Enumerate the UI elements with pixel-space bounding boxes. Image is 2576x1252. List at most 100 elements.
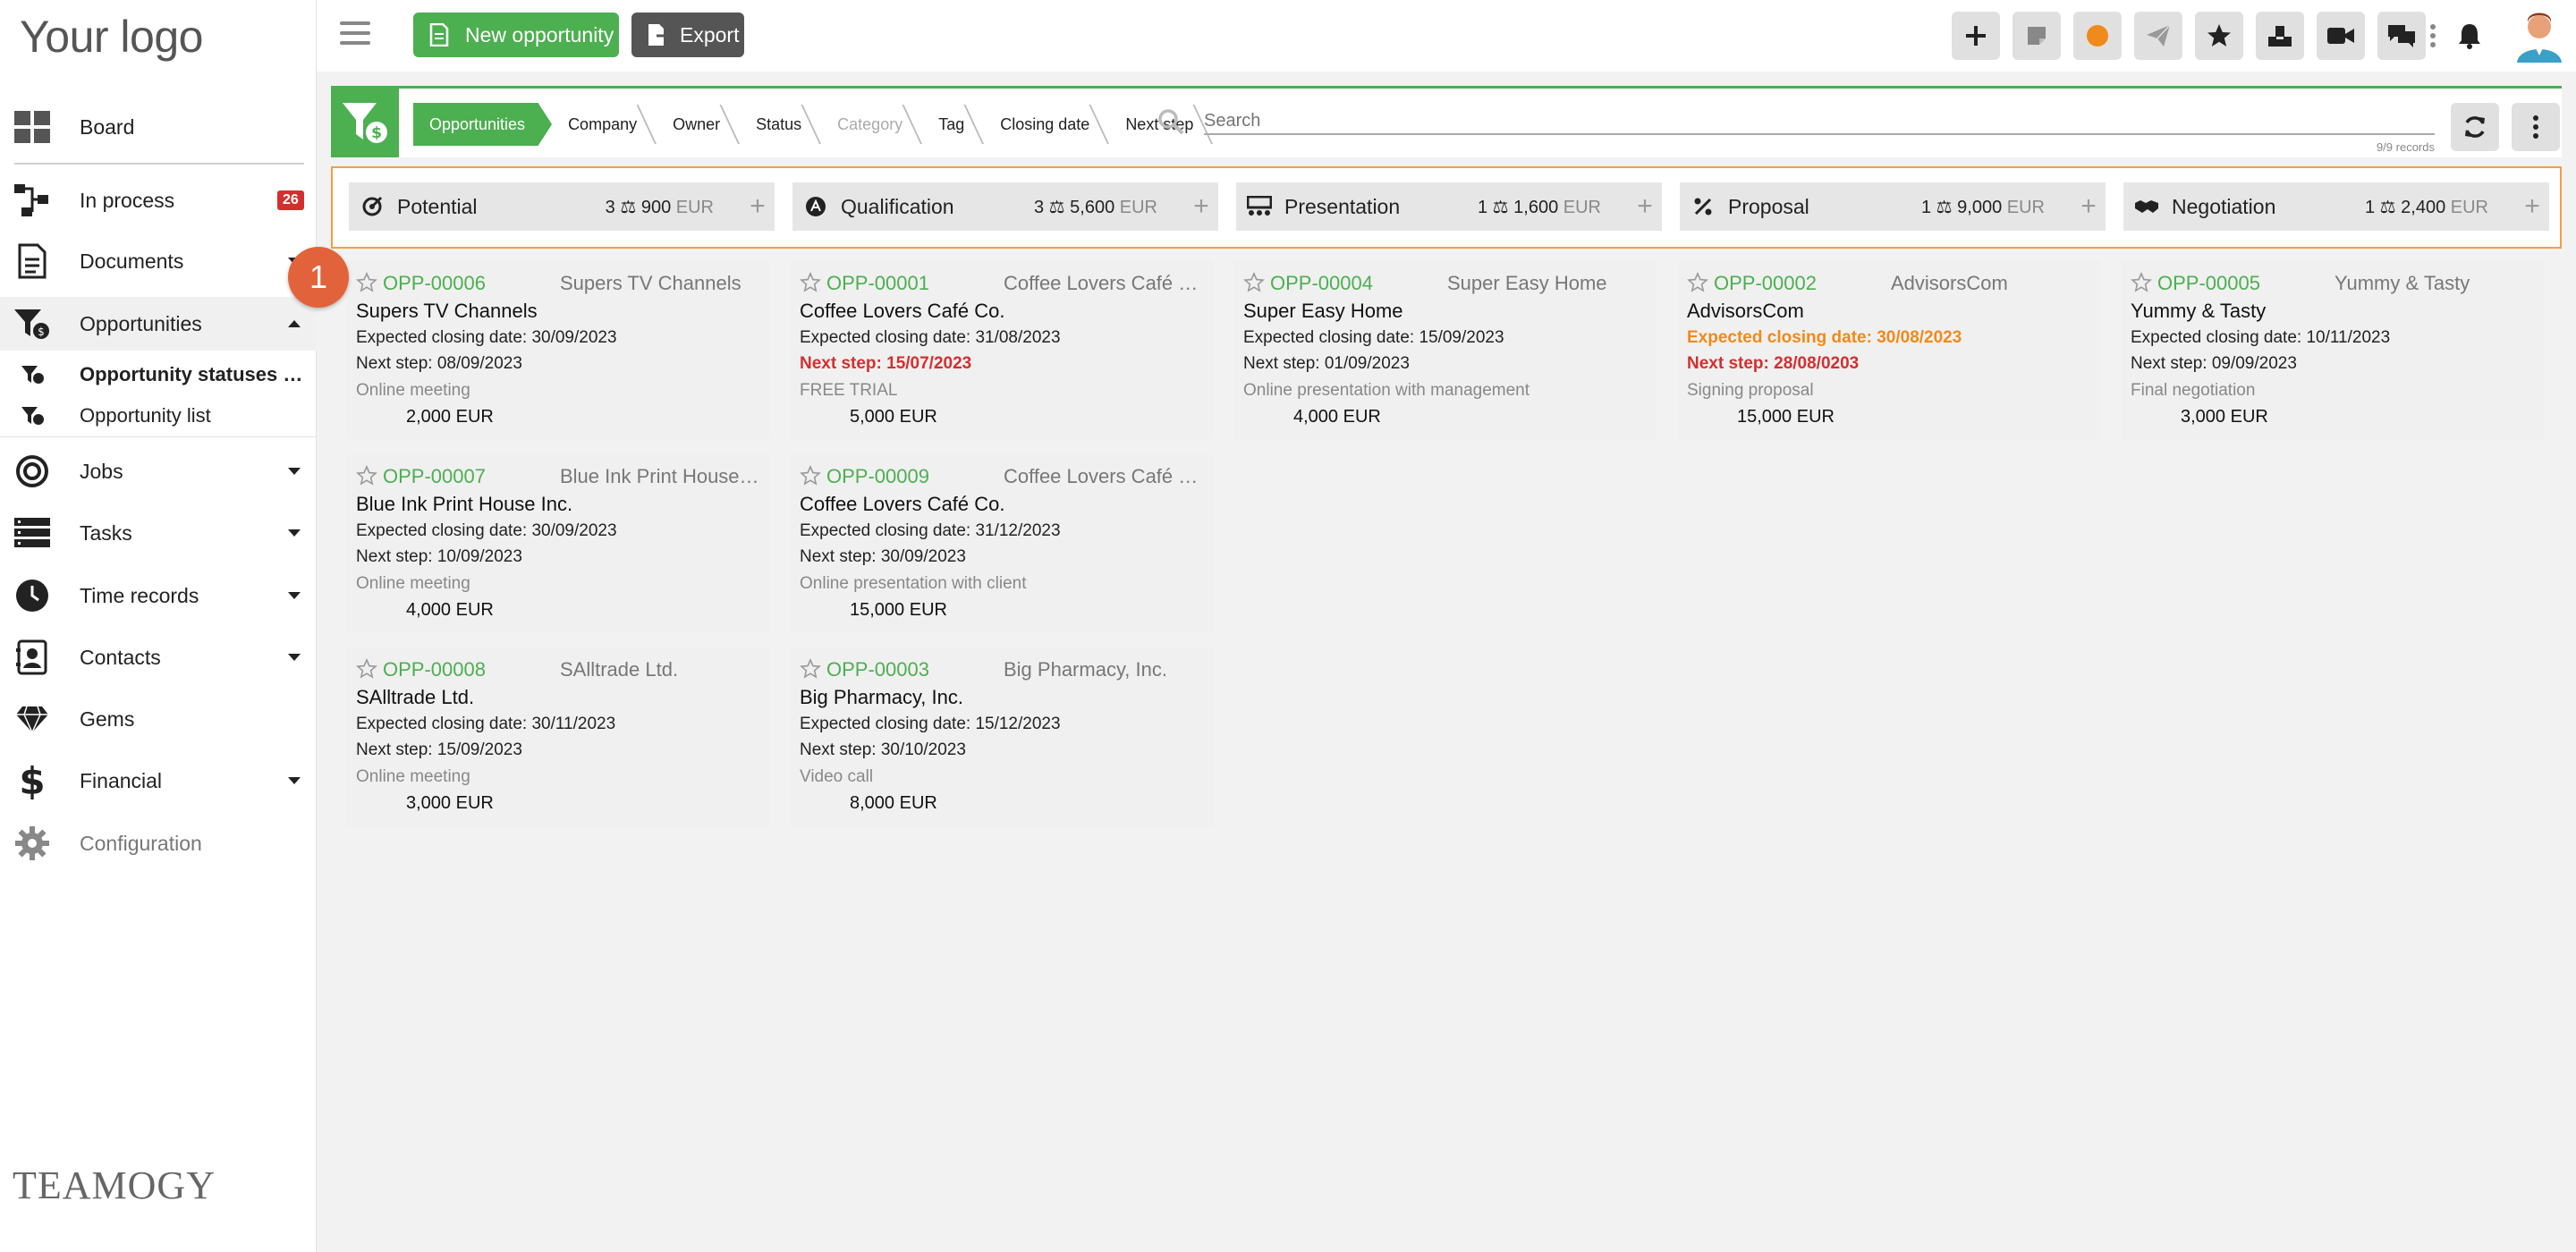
star-icon[interactable] [800,272,821,293]
next-step-date: Next step: 15/09/2023 [356,740,522,759]
sidebar-item-in-process[interactable]: In process 26 [0,173,317,227]
sidebar-item-board[interactable]: Board [0,100,317,154]
sticky-note-icon [2028,27,2046,45]
sidebar-item-gems[interactable]: Gems [0,692,317,746]
sidebar-subitem-opportunity-list[interactable]: Opportunity list [0,395,317,436]
filter-company[interactable]: Company [552,103,657,146]
user-avatar[interactable] [2512,7,2567,63]
company-name[interactable]: Yummy & Tasty [2334,272,2537,295]
company-name[interactable]: Big Pharmacy, Inc. [1004,658,1206,681]
company-name[interactable]: AdvisorsCom [1891,272,2093,295]
add-card-plus-icon[interactable]: + [1631,191,1658,221]
opportunity-id-link[interactable]: OPP-00007 [383,465,486,488]
help-icon [2087,25,2108,47]
opportunity-id-link[interactable]: OPP-00001 [826,272,929,295]
sidebar-item-jobs[interactable]: Jobs [0,444,317,498]
star-icon[interactable] [800,658,821,680]
sidebar-item-time-records[interactable]: Time records [0,569,317,622]
notes-button[interactable] [2012,12,2061,60]
filter-status[interactable]: Status [740,103,821,146]
filter-owner[interactable]: Owner [657,103,740,146]
next-step-date: Next step: 15/07/2023 [800,354,972,373]
company-name[interactable]: Coffee Lovers Café Co. [1004,272,1206,295]
company-name[interactable]: Supers TV Channels [560,272,762,295]
add-button[interactable] [1952,12,2000,60]
filter-opportunities[interactable]: Opportunities [413,103,553,146]
opportunity-card[interactable]: OPP-00003 Big Pharmacy, Inc. Big Pharmacy,… [791,647,1213,826]
opportunity-id-link[interactable]: OPP-00009 [826,465,929,488]
inbox-button[interactable] [2256,12,2304,60]
export-button[interactable]: Export [631,13,744,57]
company-name[interactable]: Super Easy Home [1447,272,1649,295]
add-card-plus-icon[interactable]: + [2075,191,2102,221]
opportunity-title: Coffee Lovers Café Co. [800,493,1005,515]
chevron-down-icon [288,654,301,661]
next-step-date: Next step: 10/09/2023 [356,547,522,566]
star-icon[interactable] [356,465,377,486]
company-name[interactable]: SAlltrade Ltd. [560,658,762,681]
star-icon[interactable] [1687,272,1708,293]
opportunity-card[interactable]: OPP-00009 Coffee Lovers Café Co. Coffee Lo… [791,454,1213,633]
target-icon [13,452,52,491]
opportunity-id-link[interactable]: OPP-00003 [826,658,929,681]
stage-header-negotiation: Negotiation 1 ⚖ 2,400 EUR + [2123,182,2549,231]
sidebar-item-label: Documents [80,249,184,273]
hamburger-menu-icon[interactable] [340,21,370,48]
opportunity-card[interactable]: OPP-00006 Supers TV Channels Supers TV Cha… [347,261,769,440]
more-options-button[interactable] [2512,103,2560,151]
more-vertical-icon[interactable] [2429,23,2436,48]
next-step-note: Online meeting [356,767,470,786]
more-vertical-icon [2533,115,2538,139]
star-icon[interactable] [2131,272,2152,293]
opportunity-card[interactable]: OPP-00008 SAlltrade Ltd. SAlltrade Ltd. Exp… [347,647,769,826]
add-card-plus-icon[interactable]: + [2519,191,2546,221]
sidebar-subitem-opportunity-statuses[interactable]: Opportunity statuses (Kanban) [0,354,317,395]
sidebar-item-contacts[interactable]: Contacts [0,630,317,684]
search-input[interactable] [1204,108,2435,135]
filter-closing-date[interactable]: Closing date [984,103,1109,146]
star-icon[interactable] [1243,272,1265,293]
opportunity-card[interactable]: OPP-00004 Super Easy Home Super Easy Home E… [1234,261,1657,440]
potential-icon [360,194,385,219]
opportunity-id-link[interactable]: OPP-00008 [383,658,486,681]
opportunity-amount: 8,000 EUR [850,793,937,813]
opportunity-id-link[interactable]: OPP-00004 [1270,272,1373,295]
funnel-money-icon[interactable]: $ [331,89,399,157]
sidebar-item-tasks[interactable]: Tasks [0,506,317,560]
star-icon[interactable] [800,465,821,486]
opportunity-amount: 3,000 EUR [2181,407,2268,427]
expected-closing-date: Expected closing date: 30/09/2023 [356,521,617,540]
sidebar-item-financial[interactable]: $ Financial [0,754,317,808]
add-card-plus-icon[interactable]: + [744,191,771,221]
help-button[interactable] [2073,12,2122,60]
opportunity-card[interactable]: OPP-00005 Yummy & Tasty Yummy & Tasty Expec… [2122,261,2544,440]
notifications-button[interactable] [2445,12,2494,60]
opportunity-id-link[interactable]: OPP-00002 [1714,272,1817,295]
opportunity-card[interactable]: OPP-00001 Coffee Lovers Café Co. Coffee Lo… [791,261,1213,440]
chat-button[interactable] [2377,12,2426,60]
star-icon[interactable] [356,658,377,680]
star-icon[interactable] [356,272,377,293]
sidebar-item-configuration[interactable]: Configuration [0,816,317,870]
send-button[interactable] [2134,12,2182,60]
chevron-down-icon [288,529,301,537]
favorites-button[interactable] [2195,12,2243,60]
company-name[interactable]: Blue Ink Print House Inc. [560,465,762,488]
expected-closing-date: Expected closing date: 30/11/2023 [356,715,616,733]
opportunity-card[interactable]: OPP-00002 AdvisorsCom AdvisorsCom Expected … [1678,261,2100,440]
new-opportunity-button[interactable]: New opportunity [413,13,619,57]
filter-category[interactable]: Category [821,103,922,146]
opportunity-id-link[interactable]: OPP-00006 [383,272,486,295]
dollar-icon: $ [13,761,52,800]
video-call-button[interactable] [2317,12,2365,60]
opportunity-id-link[interactable]: OPP-00005 [2157,272,2260,295]
filter-tag[interactable]: Tag [922,103,984,146]
company-name[interactable]: Coffee Lovers Café Co. [1004,465,1206,488]
sidebar-item-documents[interactable]: Documents [0,234,317,288]
next-step-note: Online presentation with client [800,574,1027,593]
sidebar-item-opportunities[interactable]: $ Opportunities [0,297,317,351]
refresh-button[interactable] [2451,103,2499,151]
opportunity-card[interactable]: OPP-00007 Blue Ink Print House Inc. Blue I… [347,454,769,633]
app-logo[interactable]: Your logo [20,11,203,63]
add-card-plus-icon[interactable]: + [1188,191,1215,221]
